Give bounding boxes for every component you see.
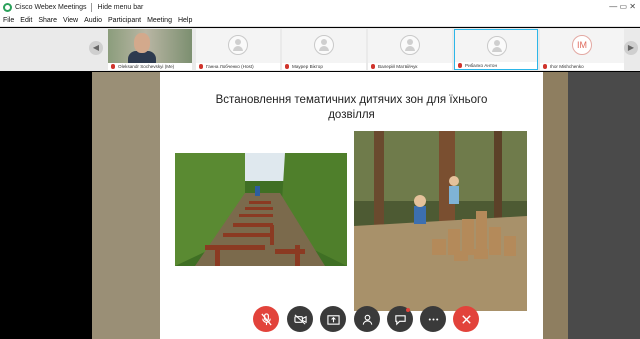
participant-tile-active[interactable]: Рибалко Антон xyxy=(454,29,538,70)
menu-participant[interactable]: Participant xyxy=(108,17,141,24)
stage-background-left xyxy=(0,72,92,339)
leave-button[interactable] xyxy=(453,306,479,332)
muted-mic-icon xyxy=(199,64,203,69)
person-icon xyxy=(362,314,372,325)
participant-name: Ганна Лобченко (Host) xyxy=(196,63,280,70)
menu-share[interactable]: Share xyxy=(38,17,57,24)
muted-mic-icon xyxy=(543,64,547,69)
avatar-icon xyxy=(228,35,248,55)
hide-menu-bar-button[interactable]: Hide menu bar xyxy=(97,4,143,11)
menu-audio[interactable]: Audio xyxy=(84,17,102,24)
participant-tile[interactable]: Ганна Лобченко (Host) xyxy=(196,29,280,70)
more-icon xyxy=(428,317,438,321)
video-off-icon xyxy=(293,313,307,325)
participant-name: Валерій Матвійчук xyxy=(368,63,452,70)
hedge-maze-image xyxy=(175,153,347,266)
avatar-icon xyxy=(400,35,420,55)
share-icon xyxy=(326,314,340,325)
scroll-right-icon[interactable]: ▶ xyxy=(624,41,638,55)
chat-notification-dot xyxy=(406,308,410,312)
close-icon xyxy=(461,314,471,324)
forest-log-steps-image xyxy=(354,131,527,311)
meeting-control-bar xyxy=(0,306,640,334)
menu-view[interactable]: View xyxy=(63,17,78,24)
stage-background-left-edge xyxy=(92,72,160,339)
avatar-icon xyxy=(487,36,507,56)
photo-forest-playground xyxy=(354,131,527,311)
mic-off-icon xyxy=(260,312,272,325)
video-button[interactable] xyxy=(287,306,313,332)
webex-meeting-window: Cisco Webex Meetings Hide menu bar — ▭ ✕… xyxy=(0,0,640,339)
more-button[interactable] xyxy=(420,306,446,332)
photo-hedge-playground xyxy=(175,153,347,266)
stage-background-right-edge xyxy=(543,72,568,339)
stage-background-right xyxy=(568,72,640,339)
participant-name: Oleksandr Sochevskyi (Me) xyxy=(108,63,192,70)
menu-meeting[interactable]: Meeting xyxy=(147,17,172,24)
participant-tile[interactable]: Валерій Матвійчук xyxy=(368,29,452,70)
slide-title: Встановлення тематичних дитячих зон для … xyxy=(160,93,543,123)
participant-tile[interactable]: Маурер Віктор xyxy=(282,29,366,70)
slide-title-line1: Встановлення тематичних дитячих зон для … xyxy=(215,94,488,106)
initials-avatar: IM xyxy=(572,35,592,55)
participant-name: Рибалко Антон xyxy=(455,62,537,69)
title-divider xyxy=(91,2,93,12)
window-controls[interactable]: — ▭ ✕ xyxy=(609,2,636,11)
title-bar: Cisco Webex Meetings Hide menu bar — ▭ ✕ xyxy=(0,0,640,14)
participant-tile-self[interactable]: Oleksandr Sochevskyi (Me) xyxy=(108,29,192,70)
participant-tile[interactable]: IM Ihor Mishchenko xyxy=(540,29,624,70)
participant-name: Ihor Mishchenko xyxy=(540,63,624,70)
menu-bar: File Edit Share View Audio Participant M… xyxy=(0,14,640,27)
muted-mic-icon xyxy=(111,64,115,69)
webex-logo-icon xyxy=(3,2,12,12)
video-person-face xyxy=(134,33,150,53)
muted-mic-icon xyxy=(285,64,289,69)
chat-icon xyxy=(394,314,406,325)
participant-name: Маурер Віктор xyxy=(282,63,366,70)
muted-mic-icon xyxy=(458,63,462,68)
share-button[interactable] xyxy=(320,306,346,332)
avatar-icon xyxy=(314,35,334,55)
menu-edit[interactable]: Edit xyxy=(20,17,32,24)
chat-button[interactable] xyxy=(387,306,413,332)
app-title: Cisco Webex Meetings xyxy=(15,3,87,11)
slide-title-line2: дозвілля xyxy=(328,109,375,121)
scroll-left-icon[interactable]: ◀ xyxy=(89,41,103,55)
muted-mic-icon xyxy=(371,64,375,69)
menu-file[interactable]: File xyxy=(3,17,14,24)
menu-help[interactable]: Help xyxy=(178,17,192,24)
participant-strip: ◀ Oleksandr Sochevskyi (Me) Ганна Лобчен… xyxy=(0,28,640,71)
participants-button[interactable] xyxy=(354,306,380,332)
unmute-button[interactable] xyxy=(253,306,279,332)
